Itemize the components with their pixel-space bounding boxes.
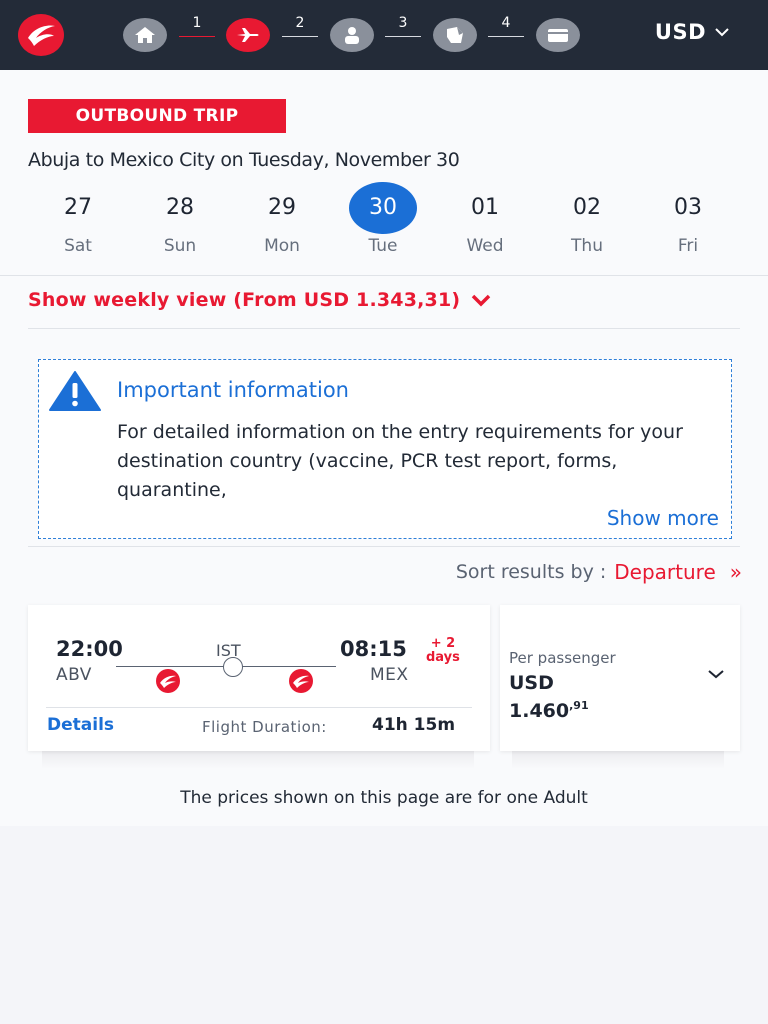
step-number: 1: [192, 15, 202, 31]
step-connector: [488, 36, 524, 37]
price-note: The prices shown on this page are for on…: [180, 788, 588, 808]
passenger-icon[interactable]: [330, 18, 374, 52]
card-shadow: [42, 751, 474, 769]
date-weekday: Fri: [677, 236, 699, 256]
price-card[interactable]: Per passenger USD 1.460,91: [500, 605, 740, 751]
details-link[interactable]: Details: [47, 715, 114, 735]
date-day: 03: [674, 195, 702, 220]
plus-days-badge: + 2 days: [426, 637, 460, 665]
sort-label: Sort results by :: [455, 561, 607, 583]
airplane-icon[interactable]: [226, 18, 270, 52]
seat-icon[interactable]: [433, 18, 477, 52]
step-connector: [282, 36, 318, 37]
plus-days-count: + 2: [430, 636, 456, 651]
date-option[interactable]: 02 Thu: [553, 182, 621, 256]
price-main: 1.460: [509, 700, 570, 722]
date-day: 02: [573, 195, 601, 220]
show-more-link[interactable]: Show more: [607, 506, 719, 530]
double-chevron-right-icon: »: [729, 560, 742, 584]
chevron-down-icon: [715, 28, 729, 37]
step-number: 3: [398, 15, 408, 31]
date-day: 30: [349, 182, 417, 234]
outbound-trip-badge: OUTBOUND TRIP: [28, 99, 286, 133]
currency-label: USD: [654, 20, 706, 44]
sort-control[interactable]: Sort results by : Departure »: [456, 560, 742, 584]
date-weekday: Mon: [264, 236, 300, 256]
date-day: 01: [471, 195, 499, 220]
flight-selection-panel: OUTBOUND TRIP Abuja to Mexico City on Tu…: [0, 70, 768, 826]
divider: [46, 707, 472, 708]
card-shadow: [512, 751, 724, 769]
flight-duration: 41h 15m: [372, 715, 456, 735]
date-selector: 27 Sat 28 Sun 29 Mon 30 Tue 01 Wed 02 Th…: [28, 182, 740, 262]
top-navigation-bar: 1 2 3 4 USD: [0, 0, 768, 70]
date-weekday: Wed: [466, 236, 504, 256]
stopover-marker: [223, 657, 243, 677]
sort-value: Departure: [614, 560, 716, 584]
plus-days-unit: days: [426, 650, 460, 665]
date-option[interactable]: 03 Fri: [654, 182, 722, 256]
flight-card[interactable]: 22:00 ABV IST 08:15 MEX + 2 days Details…: [28, 605, 490, 751]
departure-time: 22:00: [56, 637, 123, 661]
flight-duration-label: Flight Duration:: [202, 718, 327, 736]
divider: [0, 275, 768, 276]
step-number: 2: [295, 15, 305, 31]
weekly-view-toggle[interactable]: Show weekly view (From USD 1.343,31): [28, 289, 492, 311]
date-weekday: Thu: [571, 236, 603, 256]
arrival-time: 08:15: [340, 637, 407, 661]
departure-airport: ABV: [56, 665, 92, 685]
info-title: Important information: [117, 378, 349, 402]
price-decimal: ,91: [569, 699, 589, 712]
payment-card-icon[interactable]: [536, 18, 580, 52]
date-day: 29: [268, 195, 296, 220]
warning-icon: [49, 371, 101, 411]
arrival-airport: MEX: [370, 665, 409, 685]
weekly-view-label: Show weekly view (From USD 1.343,31): [28, 289, 461, 311]
date-day: 27: [64, 195, 92, 220]
important-information-box: Important information For detailed infor…: [38, 359, 732, 539]
step-connector: [385, 36, 421, 37]
home-icon[interactable]: [123, 18, 167, 52]
divider: [28, 328, 740, 329]
date-weekday: Sat: [64, 236, 92, 256]
divider: [28, 546, 740, 547]
date-day: 28: [166, 195, 194, 220]
date-option-selected[interactable]: 30 Tue: [349, 182, 417, 256]
airline-logo-icon: [156, 669, 180, 693]
currency-selector[interactable]: USD: [655, 20, 730, 44]
date-option[interactable]: 29 Mon: [248, 182, 316, 256]
date-weekday: Sun: [163, 236, 197, 256]
flight-result: 22:00 ABV IST 08:15 MEX + 2 days Details…: [12, 605, 754, 770]
price-amount: 1.460,91: [509, 699, 589, 722]
turkish-airlines-logo-icon[interactable]: [18, 14, 64, 56]
info-body: For detailed information on the entry re…: [117, 421, 683, 501]
step-number: 4: [501, 15, 511, 31]
date-weekday: Tue: [368, 236, 398, 256]
per-passenger-label: Per passenger: [509, 649, 616, 667]
chevron-down-icon[interactable]: [706, 667, 726, 681]
date-option[interactable]: 28 Sun: [146, 182, 214, 256]
date-option[interactable]: 01 Wed: [451, 182, 519, 256]
price-currency: USD: [509, 672, 554, 694]
step-connector: [179, 36, 215, 37]
route-title: Abuja to Mexico City on Tuesday, Novembe…: [28, 149, 460, 171]
date-option[interactable]: 27 Sat: [44, 182, 112, 256]
airline-logo-icon: [289, 669, 313, 693]
chevron-down-icon: [472, 294, 491, 307]
